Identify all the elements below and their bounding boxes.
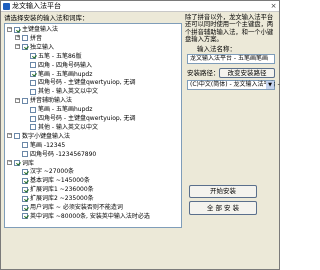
tree-item[interactable]: − 拼音辅助输入法 — [5, 97, 181, 105]
tree-expander-icon[interactable]: − — [7, 26, 12, 32]
tree-item-checkbox[interactable] — [30, 79, 36, 86]
ime-tree[interactable]: − 主键盘输入法 + 拼音 − 独立输入 五笔 - 五笔86版 四角 - 四角号码输入 笔画 -… — [4, 23, 182, 228]
tree-item[interactable]: − 主键盘输入法 — [5, 26, 181, 34]
ime-name-input[interactable]: 龙文输入法平台 - 五笔画笔画 — [187, 54, 275, 64]
tree-item-label: 笔画 -12345 — [30, 141, 66, 149]
tree-item-label: 英中词库 ~80000条, 安装英中输入法时必选 — [30, 212, 150, 220]
window-title: 龙文输入法平台 — [12, 2, 61, 10]
tree-item-label: 扩展词库1 ~236000条 — [30, 186, 94, 194]
description-text: 除了拼音以外，龙文输入法平台还可以同时使用一个主键盘，两个拼音辅助输入法，和一个… — [185, 14, 274, 43]
tree-item[interactable]: − 词库 — [5, 160, 181, 168]
tree-item-label: 拼音辅助输入法 — [30, 97, 73, 105]
tree-item-checkbox[interactable] — [22, 168, 28, 175]
tree-item-label: 数字小键盘输入法 — [22, 132, 71, 140]
tree-item[interactable]: 汉字 ~27000条 — [5, 168, 181, 176]
tree-item-label: 独立输入 — [30, 43, 55, 51]
tree-item-checkbox[interactable] — [22, 204, 28, 211]
title-bar[interactable]: 龙文输入法平台 × — [1, 1, 279, 12]
change-path-button[interactable]: 改变安装路径 — [219, 68, 275, 78]
tree-item[interactable]: 笔画 -12345 — [5, 142, 181, 150]
tree-expander-icon[interactable]: − — [15, 97, 20, 103]
tree-item-checkbox[interactable] — [14, 133, 20, 140]
tree-item-label: 汉字 ~27000条 — [30, 168, 75, 176]
tree-expander-icon[interactable]: − — [15, 44, 20, 50]
close-icon[interactable]: × — [269, 2, 278, 10]
tree-item-label: 其他 - 输入英文以中文 — [38, 88, 98, 96]
tree-item[interactable]: 基本词库 ~145000条 — [5, 177, 181, 185]
tree-item-label: 基本词库 ~145000条 — [30, 177, 90, 185]
tree-item-checkbox[interactable] — [14, 26, 20, 33]
tree-item-label: 四角号码 - 主键盘qwertyuiop, 无调 — [38, 79, 136, 87]
tree-item-label: 主键盘输入法 — [22, 26, 59, 33]
tree-item-checkbox[interactable] — [22, 142, 28, 149]
tree-item-checkbox[interactable] — [14, 160, 20, 166]
tree-item-label: 其他 - 输入英文以中文 — [38, 123, 98, 131]
tree-expander-icon[interactable]: + — [15, 35, 20, 41]
tree-item-checkbox[interactable] — [22, 35, 28, 42]
tree-item-label: 拼音 — [30, 34, 43, 42]
chevron-down-icon[interactable]: ▼ — [266, 81, 274, 89]
tree-item-label: 四角号码 -1234567890 — [30, 150, 97, 158]
tree-item[interactable]: 笔画 - 五笔画hupdz — [5, 71, 181, 79]
tree-item-label: 五笔 - 五笔86版 — [38, 52, 82, 60]
tree-item-checkbox[interactable] — [22, 97, 28, 104]
app-icon — [3, 3, 10, 10]
tree-item-checkbox[interactable] — [30, 106, 36, 113]
tree-item-checkbox[interactable] — [30, 115, 36, 122]
tree-item[interactable]: 扩展词库2 ~235000条 — [5, 195, 181, 203]
tree-item-checkbox[interactable] — [30, 53, 36, 60]
ime-name-label: 输入法名称： — [197, 45, 236, 53]
tree-item[interactable]: 其他 - 输入英文以中文 — [5, 88, 181, 96]
tree-item-checkbox[interactable] — [22, 177, 28, 184]
install-all-button[interactable]: 全 部 安 装 — [189, 201, 257, 215]
tree-expander-icon[interactable]: − — [7, 160, 12, 165]
tree-item-label: 四角 - 四角号码输入 — [38, 61, 92, 69]
tree-item-checkbox[interactable] — [22, 195, 28, 202]
tree-item[interactable]: 四角号码 - 主键盘qwertyuiop, 无调 — [5, 79, 181, 87]
tree-group-label: 请选择安装的输入法和词库： — [4, 14, 89, 22]
tree-item-label: 用户词库 ~ 必须安装否则不能造词 — [30, 204, 123, 211]
tree-item-checkbox[interactable] — [30, 124, 36, 131]
tree-item-label: 四角号码 - 主键盘qwertyuiop, 无调 — [38, 115, 136, 122]
tree-item[interactable]: 四角 - 四角号码输入 — [5, 62, 181, 70]
start-install-button[interactable]: 开始安装 — [189, 185, 257, 198]
tree-item-label: 词库 — [22, 159, 35, 167]
tree-item[interactable]: 英中词库 ~80000条, 安装英中输入法时必选 — [5, 213, 181, 221]
tree-item[interactable]: 用户词库 ~ 必须安装否则不能造词 — [5, 204, 181, 212]
tree-item-label: 笔画 - 五笔画hupdz — [38, 70, 93, 78]
tree-item[interactable]: 四角号码 - 主键盘qwertyuiop, 无调 — [5, 115, 181, 123]
tree-item[interactable]: + 拼音 — [5, 35, 181, 43]
installer-window: 龙文输入法平台 × 请选择安装的输入法和词库： − 主键盘输入法 + 拼音 − 独立输入五… — [0, 0, 280, 270]
tree-item-checkbox[interactable] — [30, 88, 36, 95]
tree-item-checkbox[interactable] — [22, 213, 28, 220]
language-select[interactable]: (C)中文(简体) - 龙文输入法平台 - ▼ — [187, 80, 280, 90]
tree-item[interactable]: − 数字小键盘输入法 — [5, 133, 181, 141]
tree-item[interactable]: 其他 - 输入英文以中文 — [5, 124, 181, 132]
tree-item[interactable]: 扩展词库1 ~236000条 — [5, 186, 181, 194]
install-path-label: 安装路径： — [187, 69, 220, 77]
tree-item-checkbox[interactable] — [22, 44, 28, 51]
tree-item-checkbox[interactable] — [30, 71, 36, 77]
tree-expander-icon[interactable]: − — [7, 133, 12, 139]
tree-item[interactable]: 笔画 - 五笔画hupdz — [5, 106, 181, 114]
tree-item-checkbox[interactable] — [30, 62, 36, 69]
tree-item-checkbox[interactable] — [22, 186, 28, 193]
tree-item-label: 扩展词库2 ~235000条 — [30, 195, 94, 203]
tree-item[interactable]: 四角号码 -1234567890 — [5, 151, 181, 159]
tree-item[interactable]: 五笔 - 五笔86版 — [5, 53, 181, 61]
tree-item-checkbox[interactable] — [22, 151, 28, 158]
tree-item[interactable]: − 独立输入 — [5, 44, 181, 52]
tree-item-label: 笔画 - 五笔画hupdz — [38, 106, 93, 114]
